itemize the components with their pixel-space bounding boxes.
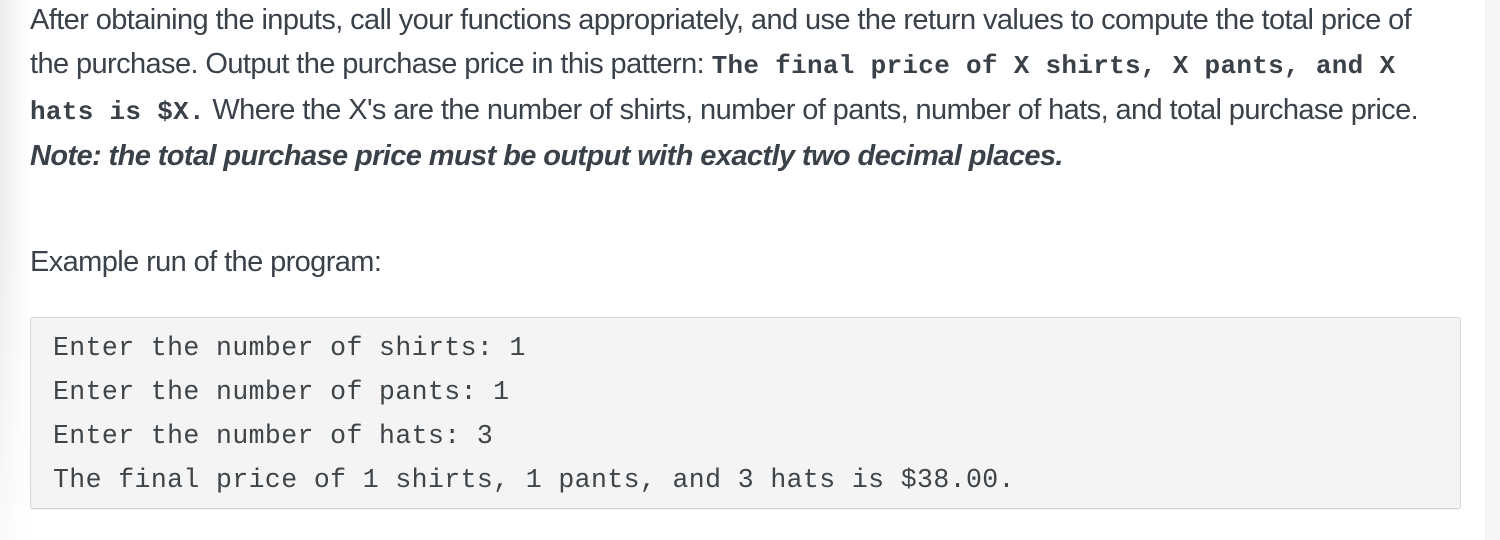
example-line-shirts: Enter the number of shirts: 1 xyxy=(53,333,526,363)
example-label: Example run of the program: xyxy=(30,246,382,278)
example-line-hats: Enter the number of hats: 3 xyxy=(53,421,494,451)
example-output-block: Enter the number of shirts: 1 Enter the … xyxy=(30,317,1461,509)
instructions-explanation: Where the X's are the number of shirts, … xyxy=(204,94,1419,126)
scrollbar-track[interactable] xyxy=(1485,0,1500,540)
left-edge-shadow xyxy=(0,0,30,540)
instructions-paragraph: After obtaining the inputs, call your fu… xyxy=(30,0,1450,178)
example-line-result: The final price of 1 shirts, 1 pants, an… xyxy=(53,465,1015,495)
assignment-content: After obtaining the inputs, call your fu… xyxy=(30,0,1461,509)
example-line-pants: Enter the number of pants: 1 xyxy=(53,377,510,407)
decimal-places-note: Note: the total purchase price must be o… xyxy=(30,140,1063,172)
